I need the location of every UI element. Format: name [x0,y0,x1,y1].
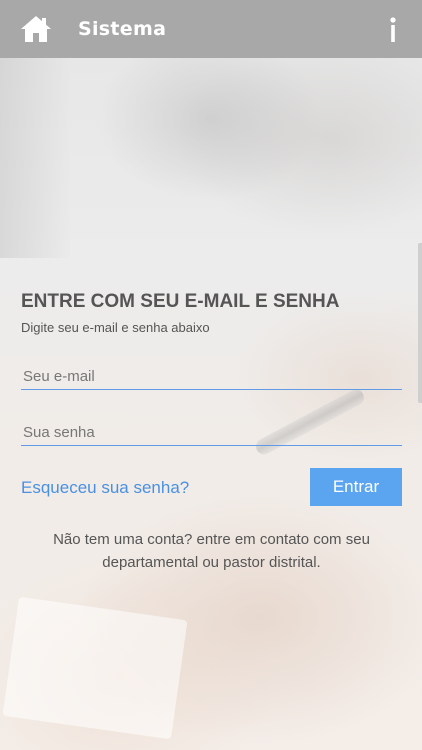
login-form: ENTRE COM SEU E-MAIL E SENHA Digite seu … [21,290,402,446]
password-field-wrapper [21,418,402,446]
login-screen: Sistema ENTRE COM SEU E-MAIL E SENHA Dig… [0,0,422,750]
app-bar: Sistema [0,0,422,58]
enter-button[interactable]: Entrar [310,468,402,506]
app-title: Sistema [78,18,167,40]
info-button[interactable] [384,16,402,44]
background-laptop-shape [0,58,70,258]
home-icon [21,16,51,42]
info-icon [390,17,396,42]
signup-note-line-2: departamental ou pastor distrital. [102,554,321,571]
login-title: ENTRE COM SEU E-MAIL E SENHA [21,291,340,312]
forgot-password-link[interactable]: Esqueceu sua senha? [21,478,189,498]
password-field[interactable] [21,418,402,446]
background-paper-shape [2,596,188,740]
signup-note-line-1: Não tem uma conta? entre em contato com … [53,531,370,548]
login-actions: Esqueceu sua senha? Entrar [21,468,402,506]
login-subtitle: Digite seu e-mail e senha abaixo [21,320,210,335]
scroll-edge-handle[interactable] [418,243,422,403]
email-field[interactable] [21,362,402,390]
email-field-wrapper [21,362,402,390]
signup-note: Não tem uma conta? entre em contato com … [21,528,402,574]
home-button[interactable] [20,15,52,43]
